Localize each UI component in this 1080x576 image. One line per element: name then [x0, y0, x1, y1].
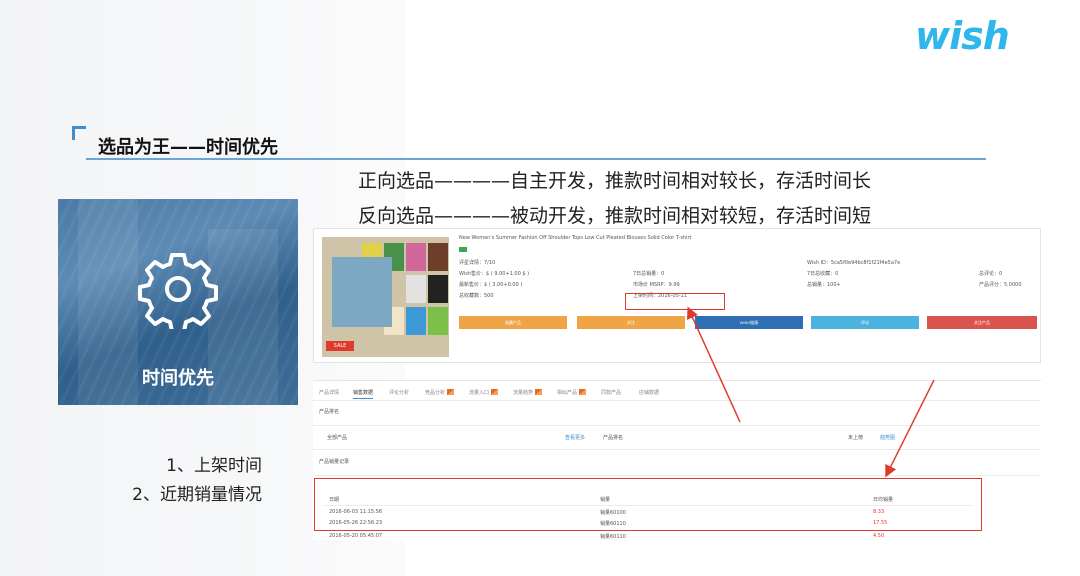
follow-button[interactable]: 关注: [577, 316, 685, 329]
product-action-bar: 收藏产品 关注 WISH链接 评论 关注产品: [459, 316, 1037, 329]
divider: [313, 449, 1041, 450]
tab-similar-products[interactable]: 相似产品: [557, 387, 587, 399]
section-sales-record: 产品销量记录: [319, 459, 350, 465]
tab-traffic-entry[interactable]: 流量入口: [469, 387, 499, 399]
tab-competitor-analysis[interactable]: 竞品分析: [425, 387, 455, 399]
time-priority-tile: 时间优先: [58, 199, 298, 405]
title-divider: [86, 158, 986, 160]
section-product-ranking: 产品排名: [319, 409, 340, 415]
collect-product-button[interactable]: 收藏产品: [459, 316, 567, 329]
row-daily-sales: 8.33: [873, 509, 885, 515]
criteria-item: 2、近期销量情况: [132, 485, 262, 505]
divider: [323, 505, 973, 506]
sale-badge: SALE: [326, 341, 354, 351]
field-latest-price: 最新售价：$ ( 3.00+0.00 ): [459, 282, 523, 288]
field-total-reviews: 总评论：0: [979, 271, 1003, 277]
tile-label: 时间优先: [142, 368, 214, 389]
tab-bar: 产品详情 销售数据 评论分析 竞品分析 流量入口 流量趋势 相似产品 同款产品 …: [319, 385, 1019, 399]
field-msrp: 市场价 MSRP：9.99: [633, 282, 680, 288]
tab-same-products[interactable]: 同款产品: [601, 387, 621, 399]
view-more-link[interactable]: 查看更多: [565, 434, 585, 441]
tab-review-analysis[interactable]: 评论分析: [389, 387, 409, 399]
row-sales: 销量60100: [600, 510, 626, 516]
field-product-score: 产品评分：5.0000: [979, 282, 1022, 288]
field-total-sales: 总销量：100+: [807, 282, 841, 288]
product-title: New Women's Summer Fashion Off Shoulder …: [459, 235, 692, 241]
criteria-list: 1、上架时间 2、近期销量情况: [90, 452, 262, 510]
title-corner-mark: [72, 126, 86, 140]
row-date: 2016-05-20 05:45:07: [329, 533, 383, 539]
reverse-selection-line: 反向选品————被动开发，推款时间相对较短，存活时间短: [358, 205, 872, 227]
tab-product-details[interactable]: 产品详情: [319, 387, 339, 399]
forward-selection-line: 正向选品————自主开发，推款时间相对较长，存活时间长: [358, 170, 872, 192]
wish-link-button[interactable]: WISH链接: [695, 316, 803, 329]
field-wish-price: Wish售价：$ ( 9.00+1.00 $ ): [459, 271, 530, 277]
field-total-favorites: 总收藏数：500: [459, 293, 494, 299]
field-wish-id: Wish ID：5ca5f0e94bc8f1f21f4e5a7e: [807, 260, 901, 266]
product-thumbnail[interactable]: SALE: [322, 237, 449, 357]
divider: [313, 425, 1041, 426]
trend-chart-link[interactable]: 趋势图: [880, 434, 895, 441]
tab-store-data[interactable]: 店铺数据: [639, 387, 659, 399]
section-title: 选品为王——时间优先: [98, 137, 278, 158]
wish-logo: wish: [915, 14, 1010, 58]
ranking-status: 未上榜: [848, 435, 864, 441]
col-daily-sales-header: 日均销量: [873, 497, 894, 503]
ranking-col: 产品排名: [603, 435, 624, 441]
row-date: 2016-05-26 22:56:23: [329, 520, 383, 526]
tab-sales-data[interactable]: 销售数据: [353, 387, 374, 399]
ranking-row-label: 全部产品: [327, 435, 348, 441]
status-badge: [459, 247, 467, 252]
row-sales: 销量60110: [600, 534, 626, 540]
row-daily-sales: 4.50: [873, 533, 885, 539]
listing-date-highlight: [625, 293, 725, 310]
criteria-item: 1、上架时间: [166, 456, 262, 476]
watch-product-button[interactable]: 关注产品: [927, 316, 1037, 329]
field-7day-favorites: 7日总收藏：0: [807, 271, 839, 277]
field-rating: 评星详情：7/10: [459, 260, 496, 266]
row-date: 2016-06-03 11:15:56: [329, 509, 383, 515]
row-daily-sales: 17.55: [873, 520, 888, 526]
product-detail-panel: SALE New Women's Summer Fashion Off Shou…: [313, 228, 1041, 363]
review-button[interactable]: 评论: [811, 316, 919, 329]
row-sales: 销量60110: [600, 521, 626, 527]
divider: [313, 475, 1041, 476]
gear-icon: [138, 253, 218, 329]
tab-traffic-trend[interactable]: 流量趋势: [513, 387, 543, 399]
col-date-header: 日期: [329, 497, 340, 503]
sales-data-panel: 产品详情 销售数据 评论分析 竞品分析 流量入口 流量趋势 相似产品 同款产品 …: [313, 380, 1041, 540]
col-sales-header: 销量: [600, 497, 611, 503]
field-7day-sales: 7日总销量：0: [633, 271, 665, 277]
divider: [313, 400, 1041, 401]
